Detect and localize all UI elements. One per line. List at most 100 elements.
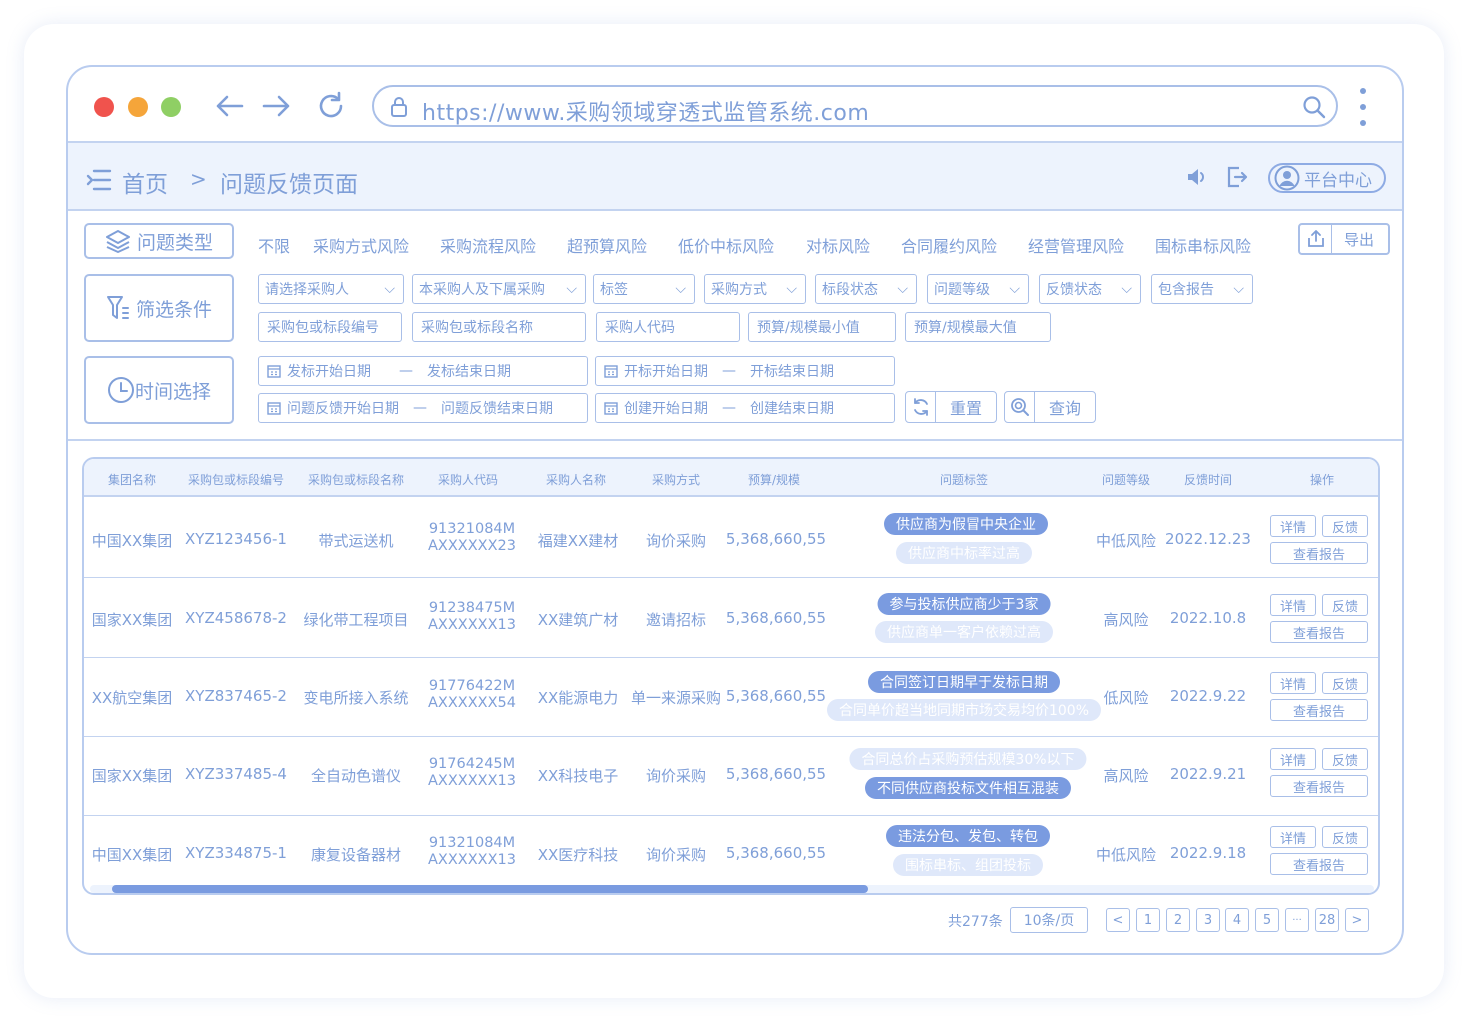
page-button[interactable]: 2	[1166, 908, 1190, 932]
more-vertical-icon	[1360, 88, 1366, 126]
horizontal-scroll-thumb[interactable]	[112, 885, 868, 893]
risk-type-benchmark[interactable]: 对标风险	[806, 233, 870, 257]
section-code-input[interactable]: 采购包或标段编号	[258, 312, 402, 342]
detail-button[interactable]: 详情	[1270, 594, 1316, 616]
column-header[interactable]: 采购方式	[652, 471, 700, 488]
detail-button[interactable]: 详情	[1270, 672, 1316, 694]
risk-type-collusion[interactable]: 围标串标风险	[1155, 233, 1251, 257]
cell-buyer: XX医疗科技	[537, 846, 619, 864]
close-window-button[interactable]	[94, 97, 114, 117]
minimize-window-button[interactable]	[128, 97, 148, 117]
select-tag[interactable]: 标签 ⌵	[593, 274, 695, 304]
feedback-button[interactable]: 反馈	[1322, 594, 1368, 616]
search-icon[interactable]	[1302, 95, 1326, 119]
select-feedback-status[interactable]: 反馈状态 ⌵	[1039, 274, 1141, 304]
page-button[interactable]: 3	[1196, 908, 1220, 932]
breadcrumb-current: 问题反馈页面	[220, 172, 358, 198]
address-bar[interactable]: https://www.采购领域穿透式监管系统.com	[372, 85, 1338, 127]
select-purchase-method[interactable]: 采购方式 ⌵	[704, 274, 806, 304]
refresh-icon	[319, 91, 343, 118]
back-button[interactable]	[212, 89, 246, 123]
risk-type-contract[interactable]: 合同履约风险	[901, 233, 997, 257]
date-end-placeholder: 开标结束日期	[750, 364, 834, 380]
risk-type-purchase-process[interactable]: 采购流程风险	[440, 233, 536, 257]
cell-level: 高风险	[1103, 611, 1149, 629]
browser-menu-button[interactable]	[1358, 87, 1368, 127]
menu-icon[interactable]	[86, 169, 112, 191]
bid-open-date-range[interactable]: 开标开始日期 — 开标结束日期	[595, 356, 895, 386]
risk-type-all[interactable]: 不限	[258, 233, 290, 257]
cell-budget: 5,368,660,55	[725, 844, 827, 862]
select-problem-level[interactable]: 问题等级 ⌵	[927, 274, 1029, 304]
horizontal-scrollbar[interactable]	[90, 885, 1374, 893]
bid-release-date-range[interactable]: 发标开始日期 — 发标结束日期	[258, 356, 588, 386]
feedback-button[interactable]: 反馈	[1322, 826, 1368, 848]
logout-icon[interactable]	[1226, 165, 1248, 189]
select-section-status[interactable]: 标段状态 ⌵	[815, 274, 917, 304]
select-buyer[interactable]: 请选择采购人 ⌵	[258, 274, 404, 304]
feedback-date-range[interactable]: 问题反馈开始日期 — 问题反馈结束日期	[258, 393, 588, 423]
query-button[interactable]: 查询	[1004, 391, 1096, 423]
cell-method: 单一来源采购	[630, 689, 722, 707]
view-report-button[interactable]: 查看报告	[1270, 775, 1368, 797]
maximize-window-button[interactable]	[161, 97, 181, 117]
view-report-button[interactable]: 查看报告	[1270, 621, 1368, 643]
speaker-icon[interactable]	[1186, 167, 1208, 187]
prev-page-button[interactable]: <	[1106, 908, 1130, 932]
column-header[interactable]: 问题标签	[940, 471, 988, 488]
date-separator: —	[722, 363, 736, 379]
column-header[interactable]: 操作	[1310, 471, 1334, 488]
date-start-placeholder: 发标开始日期	[287, 364, 371, 380]
feedback-button[interactable]: 反馈	[1322, 748, 1368, 770]
forward-button[interactable]	[260, 89, 294, 123]
feedback-button[interactable]: 反馈	[1322, 515, 1368, 537]
risk-type-over-budget[interactable]: 超预算风险	[567, 233, 647, 257]
column-header[interactable]: 问题等级	[1102, 471, 1150, 488]
cell-method: 询价采购	[645, 532, 707, 550]
buyer-code-input[interactable]: 采购人代码	[596, 312, 740, 342]
query-icon-box	[1005, 392, 1035, 422]
detail-button[interactable]: 详情	[1270, 515, 1316, 537]
reset-button[interactable]: 重置	[905, 391, 997, 423]
view-report-button[interactable]: 查看报告	[1270, 853, 1368, 875]
column-header[interactable]: 预算/规模	[748, 471, 800, 488]
page-button[interactable]: 1	[1136, 908, 1160, 932]
budget-min-input[interactable]: 预算/规模最小值	[748, 312, 896, 342]
column-header[interactable]: 采购人代码	[438, 471, 498, 488]
export-icon	[1307, 230, 1324, 247]
risk-type-purchase-method[interactable]: 采购方式风险	[313, 233, 409, 257]
risk-type-operation[interactable]: 经营管理风险	[1028, 233, 1124, 257]
select-problem-level-value: 问题等级	[934, 282, 990, 298]
column-header[interactable]: 采购人名称	[546, 471, 606, 488]
detail-button[interactable]: 详情	[1270, 748, 1316, 770]
refresh-button[interactable]	[314, 89, 348, 123]
column-header[interactable]: 采购包或标段名称	[308, 471, 404, 488]
view-report-button[interactable]: 查看报告	[1270, 542, 1368, 564]
platform-center-button[interactable]: 平台中心	[1268, 163, 1386, 193]
column-header[interactable]: 反馈时间	[1184, 471, 1232, 488]
section-name-input[interactable]: 采购包或标段名称	[412, 312, 586, 342]
section-code-placeholder: 采购包或标段编号	[267, 320, 379, 336]
column-header[interactable]: 采购包或标段编号	[188, 471, 284, 488]
page-button[interactable]: 4	[1225, 908, 1249, 932]
risk-type-low-price[interactable]: 低价中标风险	[678, 233, 774, 257]
next-page-button[interactable]: >	[1345, 908, 1369, 932]
chevron-down-icon: ⌵	[384, 281, 395, 297]
page-button[interactable]: 5	[1255, 908, 1279, 932]
page-size-select[interactable]: 10条/页	[1010, 907, 1088, 933]
section-name-placeholder: 采购包或标段名称	[421, 320, 533, 336]
column-header[interactable]: 集团名称	[108, 471, 156, 488]
export-button[interactable]: 导出	[1298, 223, 1390, 255]
select-buyer-scope[interactable]: 本采购人及下属采购 ⌵	[412, 274, 586, 304]
view-report-button[interactable]: 查看报告	[1270, 699, 1368, 721]
budget-max-input[interactable]: 预算/规模最大值	[905, 312, 1051, 342]
page-ellipsis[interactable]: ···	[1285, 908, 1309, 932]
select-include-report[interactable]: 包含报告 ⌵	[1151, 274, 1253, 304]
page-button[interactable]: 28	[1315, 908, 1339, 932]
feedback-button[interactable]: 反馈	[1322, 672, 1368, 694]
create-date-range[interactable]: 创建开始日期 — 创建结束日期	[595, 393, 895, 423]
breadcrumb-home[interactable]: 首页	[122, 165, 168, 199]
user-icon	[1274, 165, 1300, 191]
time-label: 时间选择	[134, 380, 211, 403]
detail-button[interactable]: 详情	[1270, 826, 1316, 848]
